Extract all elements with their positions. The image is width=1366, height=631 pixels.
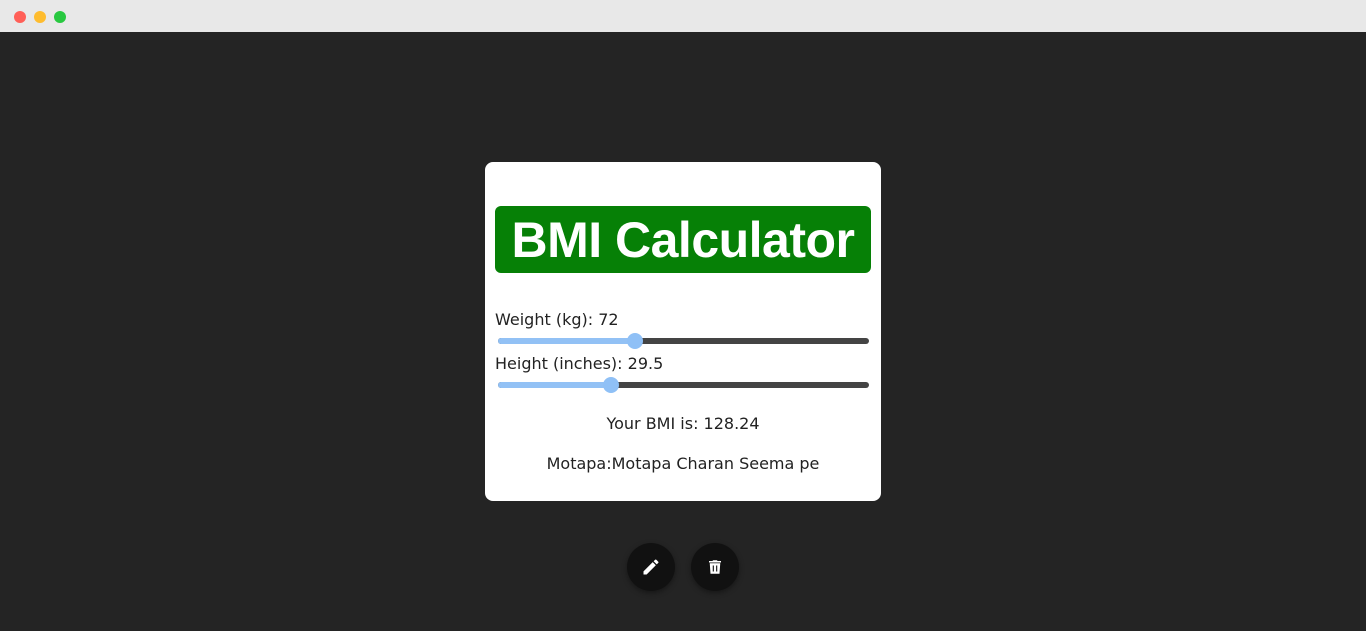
weight-slider-thumb[interactable] <box>627 333 644 349</box>
minimize-window-button[interactable] <box>34 11 46 23</box>
weight-slider[interactable] <box>498 333 869 349</box>
weight-label: Weight (kg): 72 <box>495 310 619 329</box>
weight-slider-fill <box>498 338 636 344</box>
bmi-status: Motapa:Motapa Charan Seema pe <box>546 454 820 473</box>
page-title: BMI Calculator <box>495 206 871 273</box>
height-slider-fill <box>498 382 612 388</box>
trash-icon <box>709 560 721 574</box>
pencil-icon <box>643 559 659 575</box>
maximize-window-button[interactable] <box>54 11 66 23</box>
delete-button[interactable] <box>691 543 739 591</box>
bmi-calculator-card: BMI Calculator Weight (kg): 72 Height (i… <box>485 162 881 501</box>
bmi-result: Your BMI is: 128.24 <box>606 414 760 433</box>
height-slider-thumb[interactable] <box>603 377 620 393</box>
window-titlebar <box>0 0 1366 32</box>
close-window-button[interactable] <box>14 11 26 23</box>
height-label: Height (inches): 29.5 <box>495 354 664 373</box>
edit-button[interactable] <box>627 543 675 591</box>
height-slider[interactable] <box>498 377 869 393</box>
